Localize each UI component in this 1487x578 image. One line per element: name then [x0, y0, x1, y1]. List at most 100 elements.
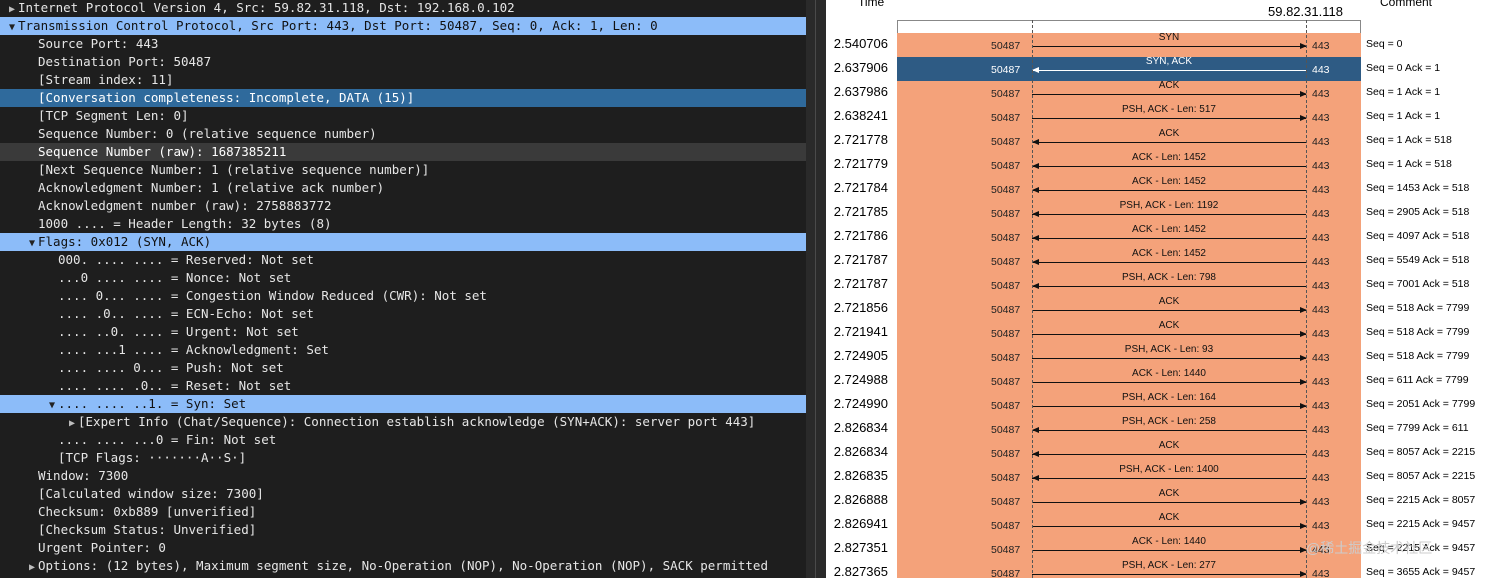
tree-row[interactable]: Urgent Pointer: 0: [0, 539, 806, 557]
time-column-header: Time: [858, 0, 885, 9]
server-port: 443: [1312, 160, 1330, 172]
tree-row[interactable]: [TCP Flags: ·······A··S·]: [0, 449, 806, 467]
flow-row[interactable]: 2.721941 50487 443 ACK Seq = 518 Ack = 7799: [826, 320, 1487, 345]
flow-row[interactable]: 2.721786 50487 443 ACK - Len: 1452 Seq = 409…: [826, 224, 1487, 249]
flow-row[interactable]: 2.637986 50487 443 ACK Seq = 1 Ack = 1: [826, 80, 1487, 105]
tree-row[interactable]: Window: 7300: [0, 467, 806, 485]
tree-row[interactable]: .... .... ...0 = Fin: Not set: [0, 431, 806, 449]
server-port: 443: [1312, 208, 1330, 220]
server-port: 443: [1312, 496, 1330, 508]
tree-row[interactable]: [Stream index: 11]: [0, 71, 806, 89]
flow-row[interactable]: 2.721785 50487 443 PSH, ACK - Len: 1192 Seq …: [826, 200, 1487, 225]
tree-row-text: Checksum: 0xb889 [unverified]: [38, 504, 257, 519]
packet-label: ACK: [1158, 296, 1180, 307]
tree-row-text: .... ...1 .... = Acknowledgment: Set: [58, 342, 329, 357]
flow-row[interactable]: 2.637906 50487 443 SYN, ACK Seq = 0 Ack = 1: [826, 56, 1487, 81]
flow-row[interactable]: 2.826888 50487 443 ACK Seq = 2215 Ack = 8057: [826, 488, 1487, 513]
flow-row[interactable]: 2.826834 50487 443 ACK Seq = 8057 Ack = 2215: [826, 440, 1487, 465]
tree-row-text: .... ..0. .... = Urgent: Not set: [58, 324, 299, 339]
tree-row[interactable]: Acknowledgment number (raw): 2758883772: [0, 197, 806, 215]
tree-row-text: [Conversation completeness: Incomplete, …: [38, 90, 415, 105]
flow-row[interactable]: 2.721856 50487 443 ACK Seq = 518 Ack = 7799: [826, 296, 1487, 321]
flow-row[interactable]: 2.826835 50487 443 PSH, ACK - Len: 1400 Seq …: [826, 464, 1487, 489]
client-port: 50487: [991, 40, 1021, 52]
flow-arrow-line: [1032, 406, 1306, 407]
server-port: 443: [1312, 304, 1330, 316]
tree-row[interactable]: ▼.... .... ..1. = Syn: Set: [0, 395, 806, 413]
splitter-handle[interactable]: [815, 0, 816, 578]
flow-arrow-line: [1032, 334, 1306, 335]
packet-time: 2.724905: [833, 348, 888, 363]
tree-row[interactable]: .... .0.. .... = ECN-Echo: Not set: [0, 305, 806, 323]
tree-row[interactable]: .... ..0. .... = Urgent: Not set: [0, 323, 806, 341]
arrow-left-icon: [1032, 67, 1039, 73]
flow-row[interactable]: 2.721787 50487 443 ACK - Len: 1452 Seq = 554…: [826, 248, 1487, 273]
flow-row[interactable]: 2.724990 50487 443 PSH, ACK - Len: 164 Seq =…: [826, 392, 1487, 417]
tree-row[interactable]: ▶ Internet Protocol Version 4, Src: 59.82…: [0, 0, 806, 17]
tree-row[interactable]: .... 0... .... = Congestion Window Reduc…: [0, 287, 806, 305]
flow-row[interactable]: 2.540706 50487 443 SYN Seq = 0: [826, 32, 1487, 57]
flow-row[interactable]: 2.638241 50487 443 PSH, ACK - Len: 517 Seq =…: [826, 104, 1487, 129]
packet-label: ACK - Len: 1452: [1132, 224, 1206, 235]
tree-row[interactable]: .... ...1 .... = Acknowledgment: Set: [0, 341, 806, 359]
flow-arrow-line: [1032, 550, 1306, 551]
tree-row[interactable]: Source Port: 443: [0, 35, 806, 53]
flow-row[interactable]: 2.721778 50487 443 ACK Seq = 1 Ack = 518: [826, 128, 1487, 153]
tree-row-text: [TCP Flags: ·······A··S·]: [58, 450, 247, 465]
tree-row[interactable]: [Calculated window size: 7300]: [0, 485, 806, 503]
tree-row-text: Sequence Number: 0 (relative sequence nu…: [38, 126, 377, 141]
packet-comment: Seq = 1453 Ack = 518: [1366, 182, 1470, 194]
packet-label: SYN: [1158, 32, 1180, 43]
flow-arrow-line: [1032, 70, 1306, 71]
arrow-left-icon: [1032, 211, 1039, 217]
packet-details-tree[interactable]: ▶ Internet Protocol Version 4, Src: 59.82…: [0, 0, 806, 578]
flow-arrow-line: [1032, 190, 1306, 191]
client-port: 50487: [991, 328, 1021, 340]
tree-row[interactable]: Acknowledgment Number: 1 (relative ack n…: [0, 179, 806, 197]
flow-row[interactable]: 2.724988 50487 443 ACK - Len: 1440 Seq = 611…: [826, 368, 1487, 393]
packet-time: 2.826834: [833, 420, 888, 435]
tree-row-text: [Expert Info (Chat/Sequence): Connection…: [78, 414, 756, 429]
flow-arrow-line: [1032, 94, 1306, 95]
tree-row[interactable]: 000. .... .... = Reserved: Not set: [0, 251, 806, 269]
tree-row[interactable]: [Next Sequence Number: 1 (relative seque…: [0, 161, 806, 179]
client-port: 50487: [991, 472, 1021, 484]
tree-row[interactable]: ▶ Options: (12 bytes), Maximum segment si…: [0, 557, 806, 575]
flow-arrow-line: [1032, 478, 1306, 479]
packet-time: 2.721785: [833, 204, 888, 219]
flow-row[interactable]: 2.826941 50487 443 ACK Seq = 2215 Ack = 9457: [826, 512, 1487, 537]
tree-row[interactable]: .... .... .0.. = Reset: Not set: [0, 377, 806, 395]
tree-row-text: Acknowledgment Number: 1 (relative ack n…: [38, 180, 385, 195]
flow-row[interactable]: 2.721779 50487 443 ACK - Len: 1452 Seq = 1 A…: [826, 152, 1487, 177]
tree-row[interactable]: [Checksum Status: Unverified]: [0, 521, 806, 539]
tree-row[interactable]: .... .... 0... = Push: Not set: [0, 359, 806, 377]
packet-time: 2.724990: [833, 396, 888, 411]
tree-row[interactable]: 1000 .... = Header Length: 32 bytes (8): [0, 215, 806, 233]
flow-row[interactable]: 2.721787 50487 443 PSH, ACK - Len: 798 Seq =…: [826, 272, 1487, 297]
tree-row[interactable]: Checksum: 0xb889 [unverified]: [0, 503, 806, 521]
tree-row[interactable]: [Conversation completeness: Incomplete, …: [0, 89, 806, 107]
tree-row[interactable]: [TCP Segment Len: 0]: [0, 107, 806, 125]
flow-row[interactable]: 2.724905 50487 443 PSH, ACK - Len: 93 Seq = …: [826, 344, 1487, 369]
server-port: 443: [1312, 472, 1330, 484]
tree-row[interactable]: ▼ Flags: 0x012 (SYN, ACK): [0, 233, 806, 251]
packet-label: ACK - Len: 1452: [1132, 152, 1206, 163]
tree-row[interactable]: ▼ Transmission Control Protocol, Src Port…: [0, 17, 806, 35]
tree-row-text: Transmission Control Protocol, Src Port:…: [18, 18, 658, 33]
packet-label: PSH, ACK - Len: 1192: [1119, 200, 1219, 211]
tree-row[interactable]: ...0 .... .... = Nonce: Not set: [0, 269, 806, 287]
flow-row[interactable]: 2.721784 50487 443 ACK - Len: 1452 Seq = 145…: [826, 176, 1487, 201]
flow-row[interactable]: 2.827365 50487 443 PSH, ACK - Len: 277 Seq =…: [826, 560, 1487, 578]
pane-splitter[interactable]: [806, 0, 826, 578]
tree-row[interactable]: Destination Port: 50487: [0, 53, 806, 71]
server-port: 443: [1312, 400, 1330, 412]
tree-row[interactable]: ▶ [Expert Info (Chat/Sequence): Connectio…: [0, 413, 806, 431]
tree-row-text: Acknowledgment number (raw): 2758883772: [38, 198, 332, 213]
server-port: 443: [1312, 520, 1330, 532]
tree-row[interactable]: Sequence Number: 0 (relative sequence nu…: [0, 125, 806, 143]
tree-row[interactable]: Sequence Number (raw): 1687385211: [0, 143, 806, 161]
collapsed-chevron-icon[interactable]: ▶: [26, 559, 38, 577]
server-port: 443: [1312, 256, 1330, 268]
packet-time: 2.637906: [833, 60, 888, 75]
flow-row[interactable]: 2.826834 50487 443 PSH, ACK - Len: 258 Seq =…: [826, 416, 1487, 441]
